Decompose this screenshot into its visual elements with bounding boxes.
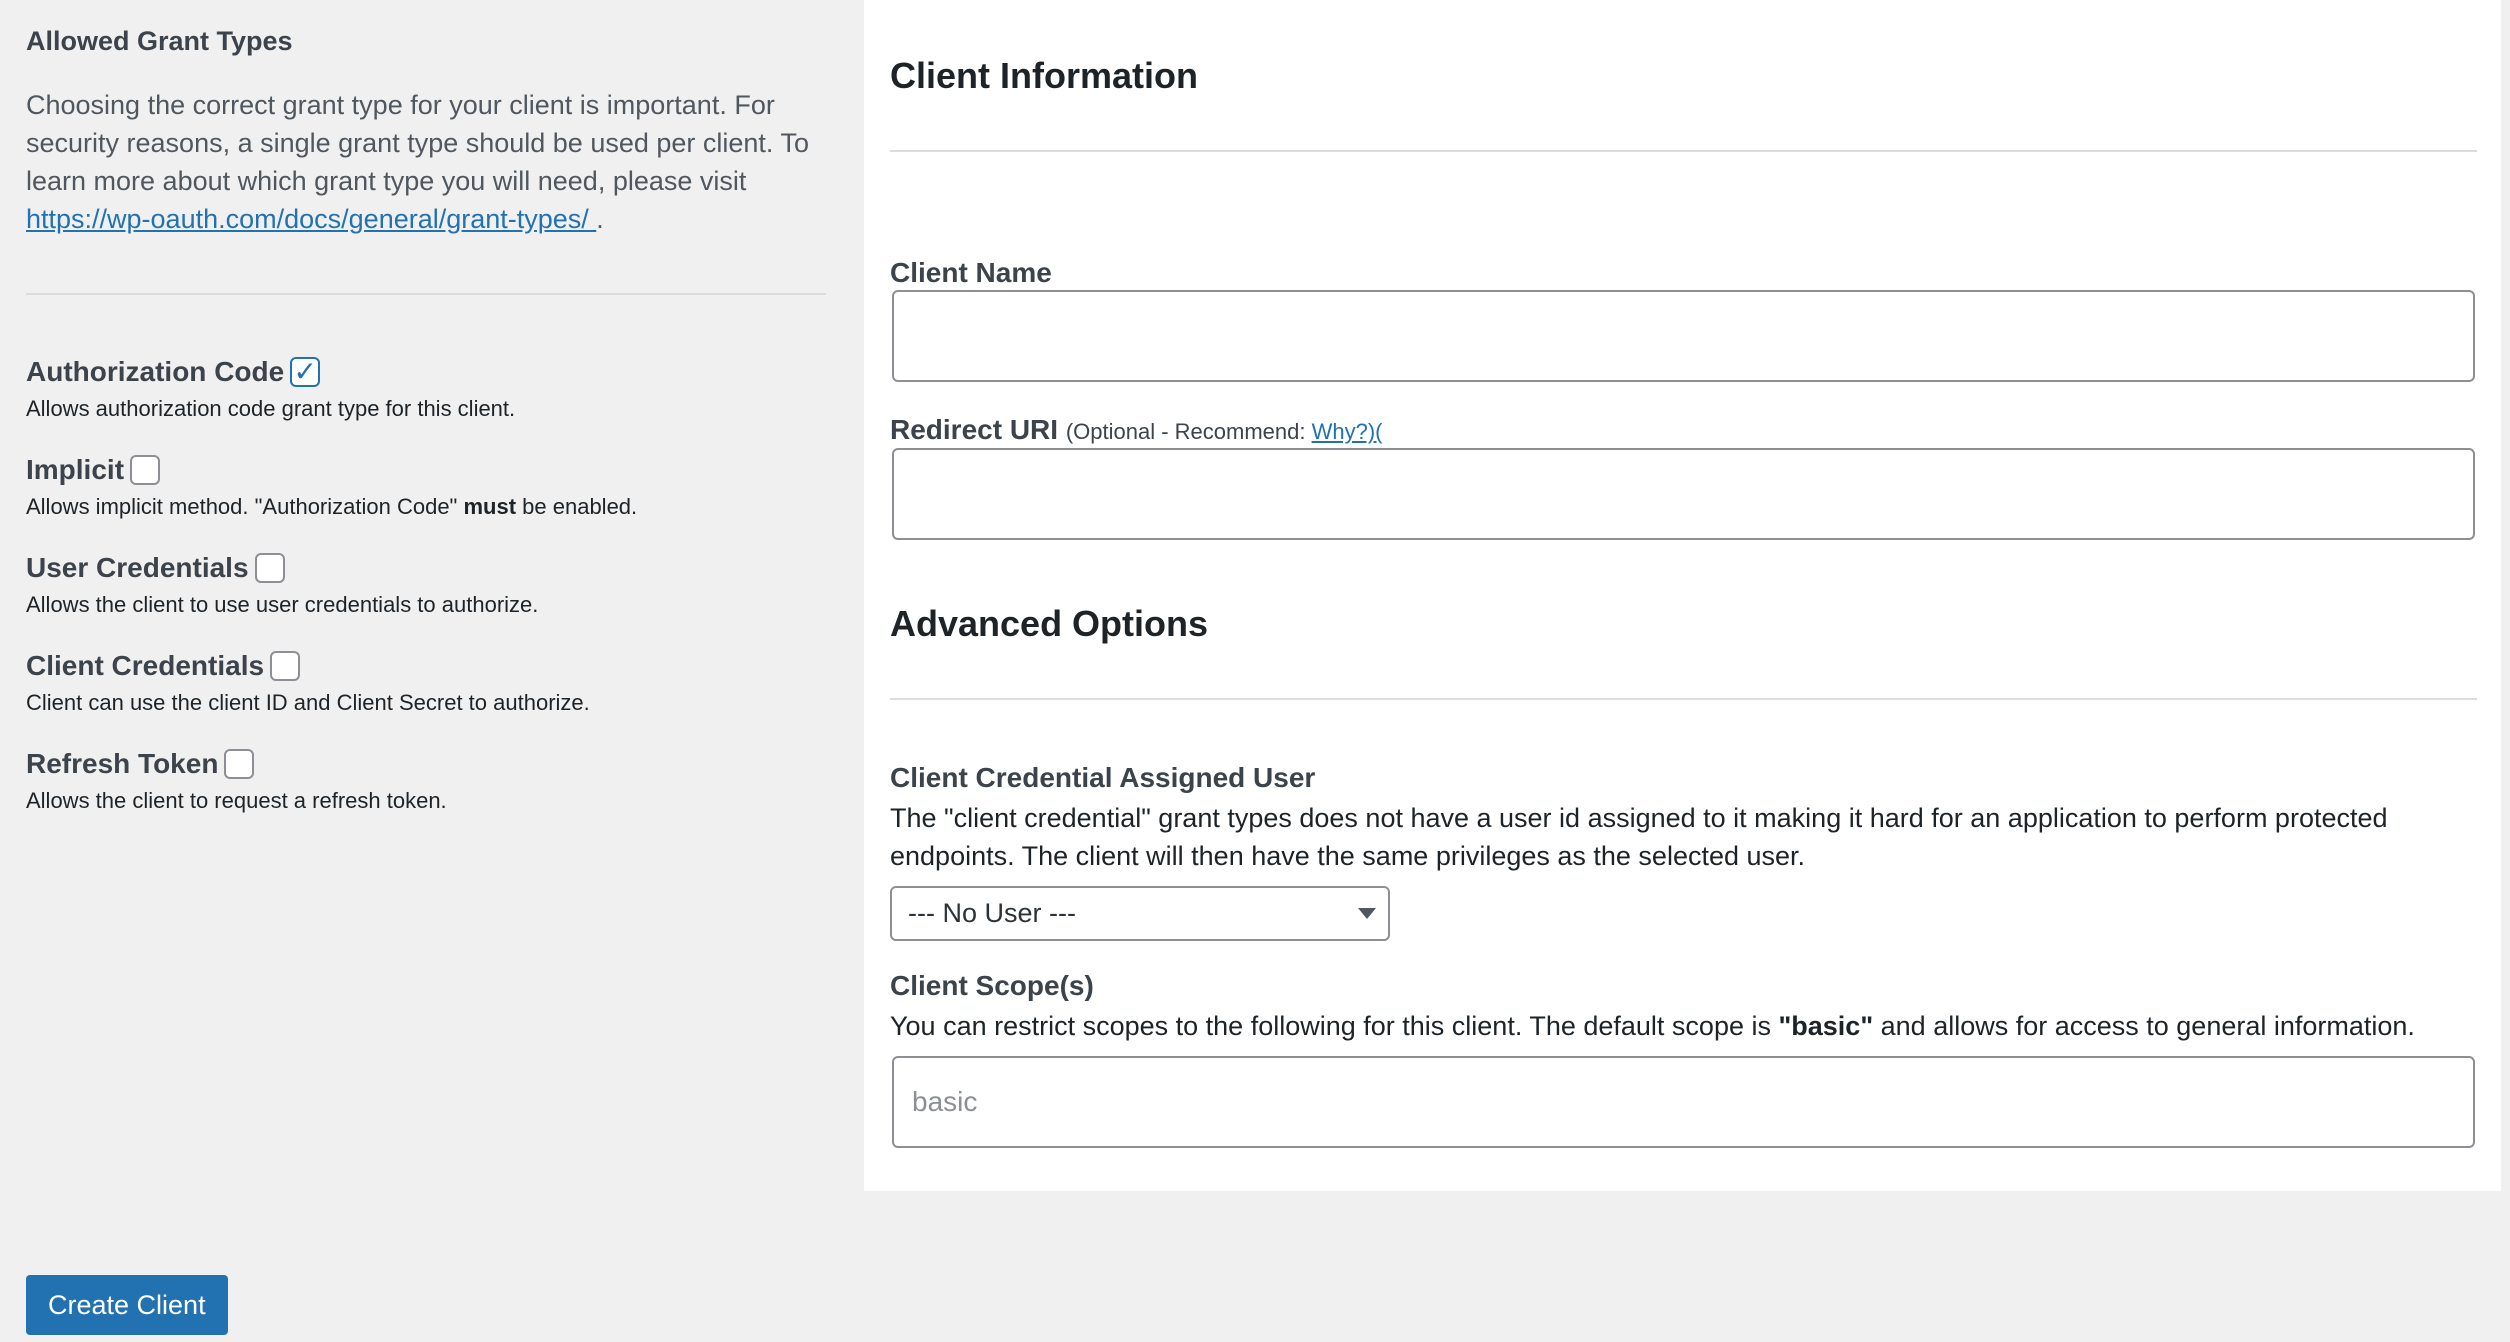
authorization-code-checkbox[interactable]: ✓ <box>290 357 321 387</box>
grant-label: Authorization Code <box>26 356 285 387</box>
redirect-uri-note-text: (Optional - Recommend: <box>1065 419 1312 444</box>
grant-types-divider <box>26 293 826 295</box>
client-scope-desc: You can restrict scopes to the following… <box>890 1007 2477 1045</box>
grant-desc: Allows authorization code grant type for… <box>26 396 516 421</box>
redirect-uri-note: (Optional - Recommend: Why?)( <box>1066 419 1383 444</box>
redirect-uri-input[interactable] <box>892 448 2475 540</box>
grant-types-intro: Choosing the correct grant type for your… <box>26 86 826 238</box>
client-name-label: Client Name <box>890 257 1052 288</box>
grant-client-credentials: Client Credentials Client can use the cl… <box>26 648 826 718</box>
client-scope-label: Client Scope(s) <box>890 970 1094 1001</box>
assigned-user-selected: --- No User --- <box>908 898 1076 928</box>
assigned-user-label: Client Credential Assigned User <box>890 762 1316 793</box>
create-client-button[interactable]: Create Client <box>26 1275 228 1335</box>
grant-desc-bold: must <box>463 494 517 519</box>
client-information-title: Client Information <box>890 55 1198 96</box>
grant-label: User Credentials <box>26 552 249 583</box>
grant-types-title: Allowed Grant Types <box>26 26 293 56</box>
advanced-options-divider <box>890 698 2477 700</box>
grant-desc: Allows the client to use user credential… <box>26 592 539 617</box>
implicit-checkbox[interactable] <box>130 455 161 485</box>
grant-implicit: Implicit Allows implicit method. "Author… <box>26 452 826 522</box>
create-client-page: Allowed Grant Types Choosing the correct… <box>0 0 2510 1342</box>
assigned-user-desc: The "client credential" grant types does… <box>890 803 2388 871</box>
client-information-divider <box>890 150 2477 152</box>
grant-desc-pre: Allows implicit method. "Authorization C… <box>26 494 464 519</box>
client-scope-desc-post: and allows for access to general informa… <box>1873 1011 2415 1041</box>
grant-desc: Allows implicit method. "Authorization C… <box>26 492 826 522</box>
refresh-token-checkbox[interactable] <box>224 749 255 779</box>
grant-desc: Client can use the client ID and Client … <box>26 690 590 715</box>
grant-authorization-code: Authorization Code ✓ Allows authorizatio… <box>26 354 826 424</box>
client-details-panel: Client Information Client Name Redirect … <box>864 0 2501 1191</box>
grant-label: Refresh Token <box>26 748 219 779</box>
grant-label: Implicit <box>26 454 125 485</box>
redirect-why-link[interactable]: Why?)( <box>1312 419 1383 444</box>
grant-types-intro-text: Choosing the correct grant type for your… <box>26 90 809 196</box>
grant-refresh-token: Refresh Token Allows the client to reque… <box>26 746 826 816</box>
grant-types-intro-end: . <box>596 204 604 234</box>
client-credentials-checkbox[interactable] <box>270 651 301 681</box>
grant-label: Client Credentials <box>26 650 265 681</box>
redirect-uri-label-text: Redirect URI <box>890 414 1059 445</box>
user-credentials-checkbox[interactable] <box>254 553 285 583</box>
redirect-uri-label: Redirect URI (Optional - Recommend: Why?… <box>890 414 1382 446</box>
grant-desc-post: be enabled. <box>516 494 638 519</box>
client-scope-input[interactable] <box>892 1056 2475 1148</box>
client-scope-desc-pre: You can restrict scopes to the following… <box>890 1011 1779 1041</box>
client-name-input[interactable] <box>892 290 2475 382</box>
client-scope-desc-bold: "basic" <box>1778 1011 1874 1041</box>
assigned-user-select[interactable]: --- No User --- <box>890 886 1390 941</box>
grant-types-docs-link[interactable]: https://wp-oauth.com/docs/general/grant-… <box>26 204 596 234</box>
advanced-options-title: Advanced Options <box>890 603 1209 644</box>
chevron-down-icon <box>1358 908 1376 919</box>
grant-user-credentials: User Credentials Allows the client to us… <box>26 550 826 620</box>
grant-desc: Allows the client to request a refresh t… <box>26 788 447 813</box>
